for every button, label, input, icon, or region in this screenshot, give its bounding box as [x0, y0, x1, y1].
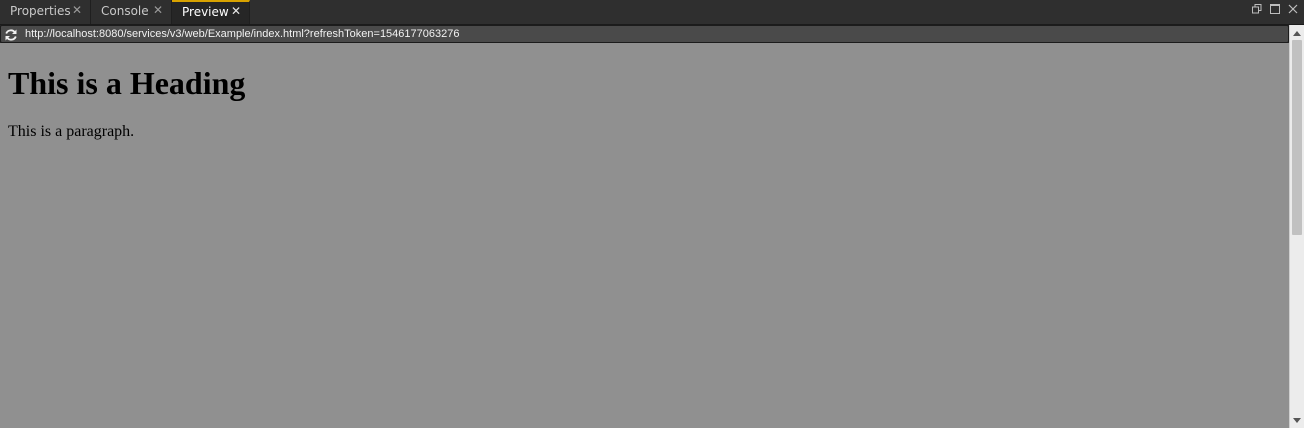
- scroll-down-icon[interactable]: [1293, 418, 1301, 423]
- window-controls: [1252, 2, 1298, 16]
- tab-label: Properties: [10, 4, 71, 18]
- tab-label: Console: [101, 4, 149, 18]
- scrollbar-thumb[interactable]: [1292, 40, 1302, 235]
- tab-close-icon[interactable]: ✕: [231, 2, 241, 20]
- tab-close-icon[interactable]: ✕: [72, 0, 82, 20]
- url-field[interactable]: http://localhost:8080/services/v3/web/Ex…: [25, 26, 459, 42]
- scroll-up-icon[interactable]: [1293, 31, 1301, 36]
- tab-properties[interactable]: Properties ✕: [0, 0, 91, 24]
- tab-bar: Properties ✕ Console ✕ Preview ✕: [0, 0, 1304, 25]
- tab-console[interactable]: Console ✕: [91, 0, 172, 24]
- vertical-scrollbar[interactable]: [1289, 25, 1304, 428]
- maximize-icon[interactable]: [1270, 4, 1280, 14]
- refresh-icon[interactable]: [3, 27, 19, 41]
- address-bar: http://localhost:8080/services/v3/web/Ex…: [0, 25, 1289, 43]
- restore-icon[interactable]: [1252, 4, 1262, 14]
- tab-preview[interactable]: Preview ✕: [172, 0, 250, 24]
- page-heading: This is a Heading: [8, 65, 246, 101]
- preview-viewport: This is a Heading This is a paragraph.: [0, 43, 1289, 428]
- page-paragraph: This is a paragraph.: [8, 123, 135, 140]
- close-icon[interactable]: [1288, 4, 1298, 14]
- tab-close-icon[interactable]: ✕: [153, 0, 163, 20]
- tab-label: Preview: [182, 5, 229, 19]
